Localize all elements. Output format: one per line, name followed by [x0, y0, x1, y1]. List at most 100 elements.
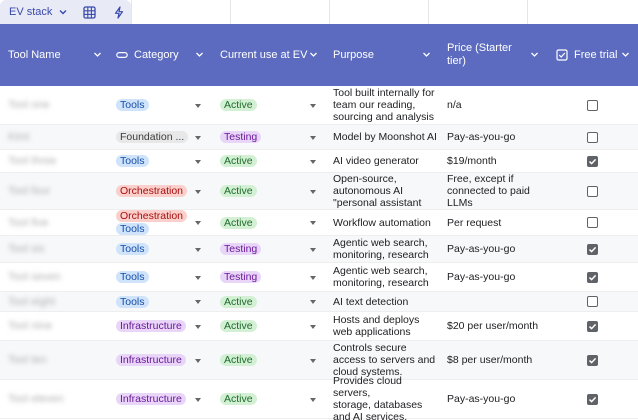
free-trial-checkbox-checked[interactable] — [587, 243, 598, 255]
chevron-down-icon[interactable] — [195, 50, 204, 59]
category-cell[interactable]: Infrastructure — [116, 380, 212, 418]
dropdown-arrow-icon[interactable] — [310, 398, 316, 402]
table-row[interactable]: Tool nine Infrastructure Active Hosts and d… — [0, 312, 638, 341]
current-use-cell[interactable]: Active — [220, 380, 326, 418]
chevron-down-icon[interactable] — [58, 7, 68, 17]
current-use-cell[interactable]: Testing — [220, 125, 326, 149]
purpose-cell[interactable]: AI video generator — [333, 150, 441, 172]
current-use-cell[interactable]: Testing — [220, 263, 326, 291]
purpose-cell[interactable]: Open-source, autonomous AI "personal assis… — [333, 173, 441, 209]
chevron-down-icon[interactable] — [530, 50, 539, 59]
table-row[interactable]: Tool three Tools Active AI video generator $… — [0, 150, 638, 173]
category-cell[interactable]: Foundation ... — [116, 125, 212, 149]
table-row[interactable]: Tool ten Infrastructure Active Controls sec… — [0, 341, 638, 380]
free-trial-checkbox[interactable] — [587, 99, 598, 111]
category-cell[interactable]: Tools — [116, 86, 212, 124]
current-use-cell[interactable]: Testing — [220, 236, 326, 262]
price-cell[interactable]: $8 per user/month — [447, 341, 551, 379]
dropdown-arrow-icon[interactable] — [195, 398, 201, 402]
purpose-cell[interactable]: Hosts and deploys web applications — [333, 312, 441, 340]
purpose-cell[interactable]: Tool built internally for team our readin… — [333, 86, 441, 124]
column-header-category[interactable]: Category — [116, 24, 212, 86]
table-row[interactable]: Tool four Orchestration Active Open-source,… — [0, 173, 638, 210]
dropdown-arrow-icon[interactable] — [310, 359, 316, 363]
column-header-price[interactable]: Price (Starter tier) — [447, 24, 547, 86]
free-trial-checkbox-checked[interactable] — [587, 393, 598, 405]
tool-name-cell[interactable]: Tool eight — [8, 292, 108, 311]
tool-name-cell[interactable]: Tool seven — [8, 263, 108, 291]
tool-name-cell[interactable]: Tool four — [8, 173, 108, 209]
dropdown-arrow-icon[interactable] — [195, 248, 201, 252]
price-cell[interactable]: Pay-as-you-go — [447, 125, 551, 149]
lightning-icon[interactable] — [112, 5, 126, 19]
table-row[interactable]: Tool six Tools Testing Agentic web search, m… — [0, 236, 638, 263]
table-row[interactable]: Tool one Tools Active Tool built internally… — [0, 86, 638, 125]
chevron-down-icon[interactable] — [309, 50, 318, 59]
price-cell[interactable]: Per request — [447, 210, 551, 235]
category-cell[interactable]: Tools — [116, 292, 212, 311]
purpose-cell[interactable]: Workflow automation — [333, 210, 441, 235]
dropdown-arrow-icon[interactable] — [195, 359, 201, 363]
dropdown-arrow-icon[interactable] — [310, 136, 316, 140]
spreadsheet-icon[interactable] — [82, 5, 96, 19]
purpose-cell[interactable]: Provides cloud servers, storage, database… — [333, 375, 441, 420]
price-cell[interactable]: Pay-as-you-go — [447, 236, 551, 262]
category-cell[interactable]: Tools — [116, 263, 212, 291]
category-cell[interactable]: Orchestration Tools — [116, 210, 212, 235]
current-use-cell[interactable]: Active — [220, 312, 326, 340]
category-cell[interactable]: Tools — [116, 150, 212, 172]
current-use-cell[interactable]: Active — [220, 150, 326, 172]
dropdown-arrow-icon[interactable] — [310, 248, 316, 252]
dropdown-arrow-icon[interactable] — [195, 190, 201, 194]
purpose-cell[interactable]: Controls secure access to servers and clou… — [333, 341, 441, 379]
chevron-down-icon[interactable] — [93, 50, 102, 59]
tool-name-cell[interactable]: Tool five — [8, 210, 108, 235]
price-cell[interactable]: Free, except if connected to paid LLMs — [447, 173, 551, 209]
tool-name-cell[interactable]: Tool ten — [8, 341, 108, 379]
dropdown-arrow-icon[interactable] — [195, 276, 201, 280]
table-row[interactable]: Tool eleven Infrastructure Active Provides … — [0, 375, 638, 420]
dropdown-arrow-icon[interactable] — [195, 325, 201, 329]
dropdown-arrow-icon[interactable] — [310, 325, 316, 329]
free-trial-checkbox-checked[interactable] — [587, 320, 598, 332]
tool-name-cell[interactable]: Tool six — [8, 236, 108, 262]
purpose-cell[interactable]: Model by Moonshot AI — [333, 125, 441, 149]
category-cell[interactable]: Orchestration — [116, 173, 212, 209]
table-row[interactable]: Tool eight Tools Active AI text detection — [0, 292, 638, 312]
table-row[interactable]: Tool five Orchestration Tools Active Workflo… — [0, 210, 638, 236]
tool-name-cell[interactable]: Tool nine — [8, 312, 108, 340]
current-use-cell[interactable]: Active — [220, 341, 326, 379]
current-use-cell[interactable]: Active — [220, 292, 326, 311]
free-trial-checkbox-checked[interactable] — [587, 271, 598, 283]
column-header-tool-name[interactable]: Tool Name — [8, 24, 110, 86]
free-trial-checkbox-checked[interactable] — [587, 155, 598, 167]
free-trial-checkbox[interactable] — [587, 217, 598, 228]
price-cell[interactable]: $19/month — [447, 150, 551, 172]
dropdown-arrow-icon[interactable] — [195, 104, 201, 108]
column-header-purpose[interactable]: Purpose — [333, 24, 439, 86]
dropdown-arrow-icon[interactable] — [310, 276, 316, 280]
chevron-down-icon[interactable] — [621, 50, 630, 59]
category-cell[interactable]: Infrastructure — [116, 341, 212, 379]
table-row[interactable]: Kimi Foundation ... Testing Model by Moonsh… — [0, 125, 638, 150]
dropdown-arrow-icon[interactable] — [195, 160, 201, 164]
purpose-cell[interactable]: Agentic web search, monitoring, research — [333, 263, 441, 291]
dropdown-arrow-icon[interactable] — [310, 104, 316, 108]
current-use-cell[interactable]: Active — [220, 86, 326, 124]
column-header-current-use[interactable]: Current use at EV — [220, 24, 326, 86]
dropdown-arrow-icon[interactable] — [195, 221, 201, 225]
tool-name-cell[interactable]: Kimi — [8, 125, 108, 149]
price-cell[interactable] — [447, 292, 551, 311]
column-header-free-trial[interactable]: Free trial — [556, 24, 638, 86]
current-use-cell[interactable]: Active — [220, 210, 326, 235]
dropdown-arrow-icon[interactable] — [195, 300, 201, 304]
dropdown-arrow-icon[interactable] — [310, 221, 316, 225]
dropdown-arrow-icon[interactable] — [310, 190, 316, 194]
purpose-cell[interactable]: Agentic web search, monitoring, research — [333, 236, 441, 262]
tool-name-cell[interactable]: Tool three — [8, 150, 108, 172]
tool-name-cell[interactable]: Tool eleven — [8, 380, 108, 418]
tool-name-cell[interactable]: Tool one — [8, 86, 108, 124]
purpose-cell[interactable]: AI text detection — [333, 292, 441, 311]
table-row[interactable]: Tool seven Tools Testing Agentic web search… — [0, 263, 638, 292]
chevron-down-icon[interactable] — [422, 50, 431, 59]
